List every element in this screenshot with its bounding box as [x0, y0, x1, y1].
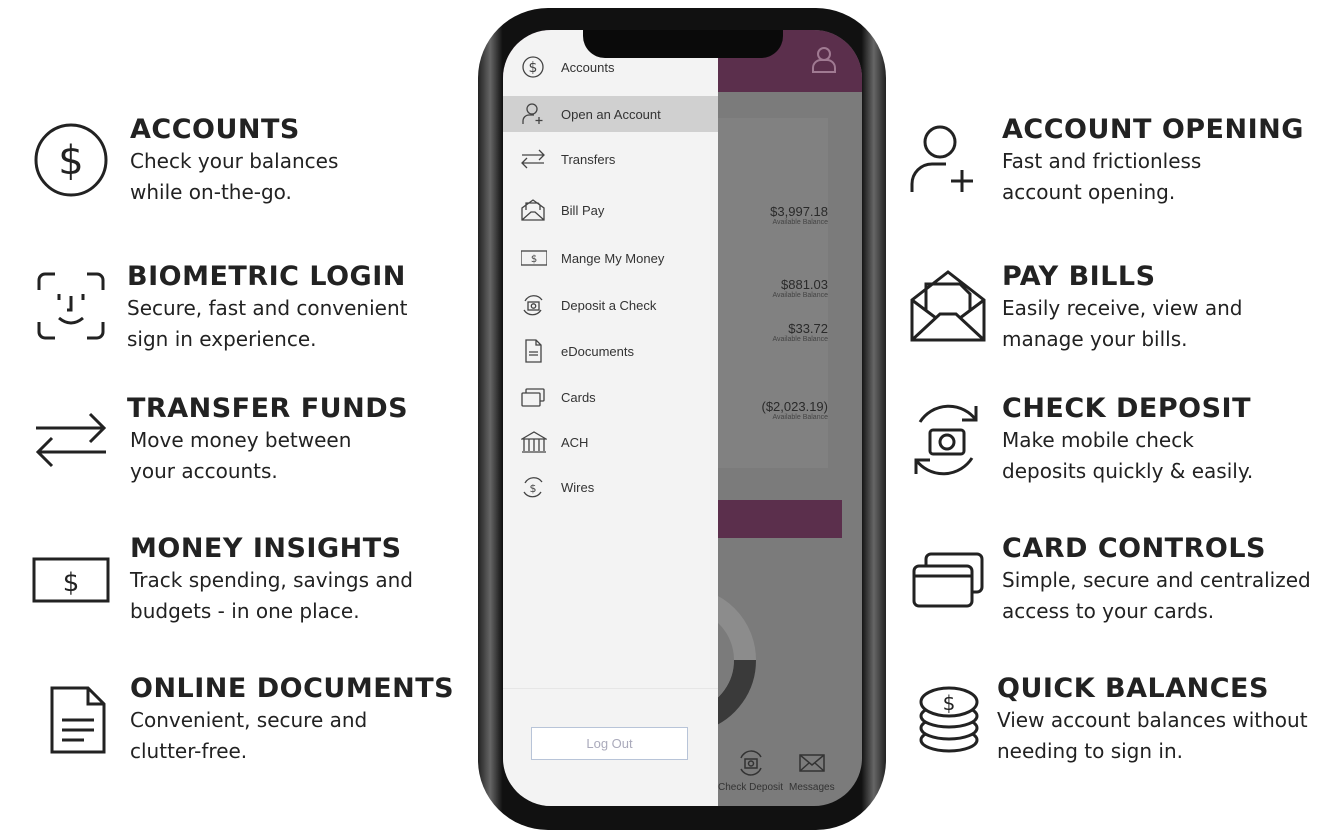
menu-item-wires[interactable]: $ Wires	[503, 469, 718, 505]
cards-icon	[521, 388, 545, 407]
menu-item-label: Transfers	[561, 151, 616, 167]
face-id-icon	[37, 272, 105, 340]
bank-icon	[521, 431, 547, 453]
dollar-bill-icon: $	[521, 250, 547, 266]
svg-text:$: $	[58, 138, 83, 184]
menu-item-edocuments[interactable]: eDocuments	[503, 333, 718, 369]
menu-item-deposit-a-check[interactable]: Deposit a Check	[503, 287, 718, 323]
balance-2[interactable]: $881.03 Available Balance	[772, 277, 828, 299]
balance-4[interactable]: ($2,023.19) Available Balance	[762, 399, 829, 421]
transfer-arrows-icon	[521, 149, 545, 169]
feature-accounts: ACCOUNTS Check your balances while on-the-…	[130, 114, 339, 204]
feature-money-insights: MONEY INSIGHTS Track spending, savings an…	[130, 533, 413, 623]
log-out-button[interactable]: Log Out	[531, 727, 688, 760]
menu-item-label: Wires	[561, 479, 595, 495]
svg-text:$: $	[63, 568, 80, 598]
menu-item-label: Open an Account	[561, 106, 661, 122]
dollar-bill-icon: $	[32, 557, 110, 603]
divider	[503, 688, 718, 689]
menu-item-label: ACH	[561, 434, 589, 450]
user-plus-icon	[522, 103, 543, 124]
menu-item-label: Accounts	[561, 59, 615, 75]
menu-item-label: Cards	[561, 389, 596, 405]
svg-text:$: $	[529, 60, 538, 76]
bottom-tabs: Check Deposit Messages	[718, 748, 835, 793]
svg-text:$: $	[530, 482, 537, 495]
dollar-circle-icon: $	[522, 56, 544, 78]
envelope-open-icon	[910, 270, 986, 342]
feature-card-controls: CARD CONTROLS Simple, secure and centrali…	[1002, 533, 1311, 623]
phone-screen: $3,997.18 Available Balance $881.03 Availa…	[503, 30, 862, 806]
feature-online-documents: ONLINE DOCUMENTS Convenient, secure and cl…	[130, 673, 455, 763]
menu-item-label: Deposit a Check	[561, 297, 657, 313]
menu-item-label: Mange My Money	[561, 250, 665, 266]
tab-messages[interactable]: Messages	[789, 748, 835, 793]
tab-check-deposit[interactable]: Check Deposit	[718, 748, 783, 793]
feature-transfer-funds: TRANSFER FUNDS Move money between your acc…	[127, 393, 409, 483]
camera-sync-icon	[739, 750, 762, 776]
svg-text:$: $	[531, 254, 537, 265]
menu-item-cards[interactable]: Cards	[503, 379, 718, 415]
feature-account-opening: ACCOUNT OPENING Fast and frictionless acco…	[1002, 114, 1304, 204]
balance-3[interactable]: $33.72 Available Balance	[772, 321, 828, 343]
envelope-open-icon	[521, 199, 545, 221]
feature-check-deposit: CHECK DEPOSIT Make mobile check deposits q…	[1002, 393, 1254, 483]
coin-stack-icon: $	[919, 686, 979, 753]
dollar-circle-icon: $	[34, 123, 108, 197]
feature-pay-bills: PAY BILLS Easily receive, view and manage …	[1002, 261, 1243, 351]
document-icon	[525, 339, 542, 363]
menu-item-mange-my-money[interactable]: $ Mange My Money	[503, 240, 718, 276]
menu-item-open-an-account[interactable]: Open an Account	[503, 96, 718, 132]
phone-notch	[583, 30, 783, 58]
cards-icon	[912, 552, 984, 608]
camera-sync-icon	[523, 295, 543, 316]
balance-1[interactable]: $3,997.18 Available Balance	[770, 204, 828, 226]
document-icon	[50, 686, 106, 754]
menu-item-ach[interactable]: ACH	[503, 424, 718, 460]
envelope-icon	[799, 754, 825, 772]
dollar-sync-icon: $	[523, 477, 543, 498]
transfer-arrows-icon	[35, 412, 107, 468]
camera-sync-icon	[914, 404, 978, 476]
menu-item-bill-pay[interactable]: Bill Pay	[503, 192, 718, 228]
purple-banner	[718, 500, 842, 538]
feature-quick-balances: QUICK BALANCES View account balances with…	[997, 673, 1308, 763]
feature-biometric-login: BIOMETRIC LOGIN Secure, fast and convenie…	[127, 261, 408, 351]
menu-item-transfers[interactable]: Transfers	[503, 141, 718, 177]
side-menu: $ Accounts Open an Account Transfers Bill Pa…	[503, 30, 718, 806]
menu-item-label: eDocuments	[561, 343, 634, 359]
svg-text:$: $	[943, 691, 956, 715]
menu-item-label: Bill Pay	[561, 202, 605, 218]
phone-mockup: $3,997.18 Available Balance $881.03 Availa…	[478, 8, 886, 830]
user-plus-icon	[910, 125, 973, 192]
profile-icon[interactable]	[811, 46, 837, 74]
